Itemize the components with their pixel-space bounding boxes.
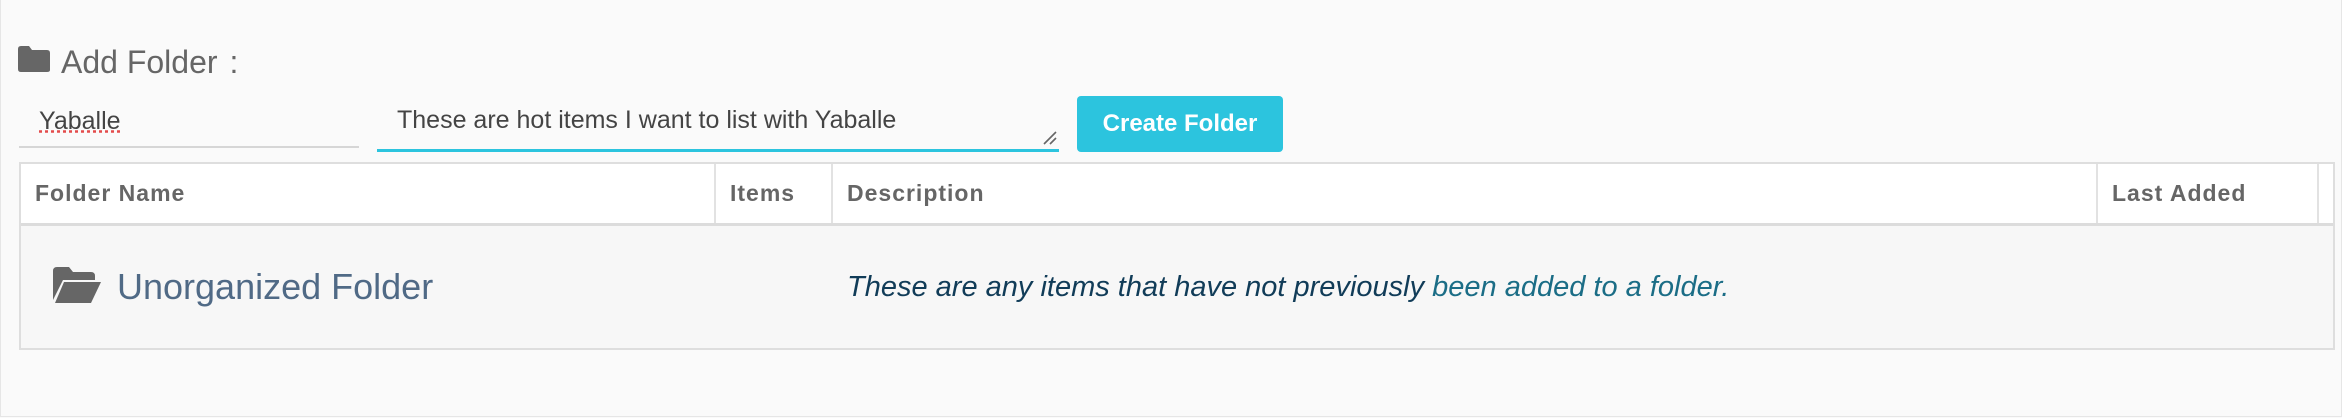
folder-icon [17, 44, 51, 81]
resize-grip-icon[interactable] [1041, 129, 1057, 145]
column-header-actions [2319, 164, 2335, 223]
table-header: Folder Name Items Description Last Added [21, 164, 2333, 226]
column-header-folder-name[interactable]: Folder Name [21, 164, 716, 223]
folder-open-icon [51, 265, 103, 310]
folder-name-input[interactable] [19, 96, 359, 148]
column-header-last-added[interactable]: Last Added [2098, 164, 2319, 223]
add-folder-heading: Add Folder : [17, 42, 238, 82]
folder-name-link[interactable]: Unorganized Folder [117, 266, 433, 308]
folder-description-field: These are hot items I want to list with … [377, 96, 1059, 152]
heading-colon: : [229, 43, 239, 80]
column-header-items[interactable]: Items [716, 164, 833, 223]
column-header-description[interactable]: Description [833, 164, 2098, 223]
table-row[interactable]: Unorganized Folder These are any items t… [21, 226, 2333, 348]
folder-description-input[interactable]: These are hot items I want to list with … [377, 96, 1059, 149]
add-folder-panel: Add Folder : These are hot items I want … [0, 0, 2342, 417]
create-folder-button[interactable]: Create Folder [1077, 96, 1283, 152]
description-text-part2: been added to a folder. [1432, 271, 1730, 303]
folders-table: Folder Name Items Description Last Added… [19, 162, 2335, 350]
description-text-part1: These are any items that have not previo… [847, 271, 1433, 303]
folder-name-cell[interactable]: Unorganized Folder [51, 226, 433, 348]
heading-label: Add Folder [61, 43, 218, 80]
folder-description-cell: These are any items that have not previo… [847, 226, 1729, 348]
